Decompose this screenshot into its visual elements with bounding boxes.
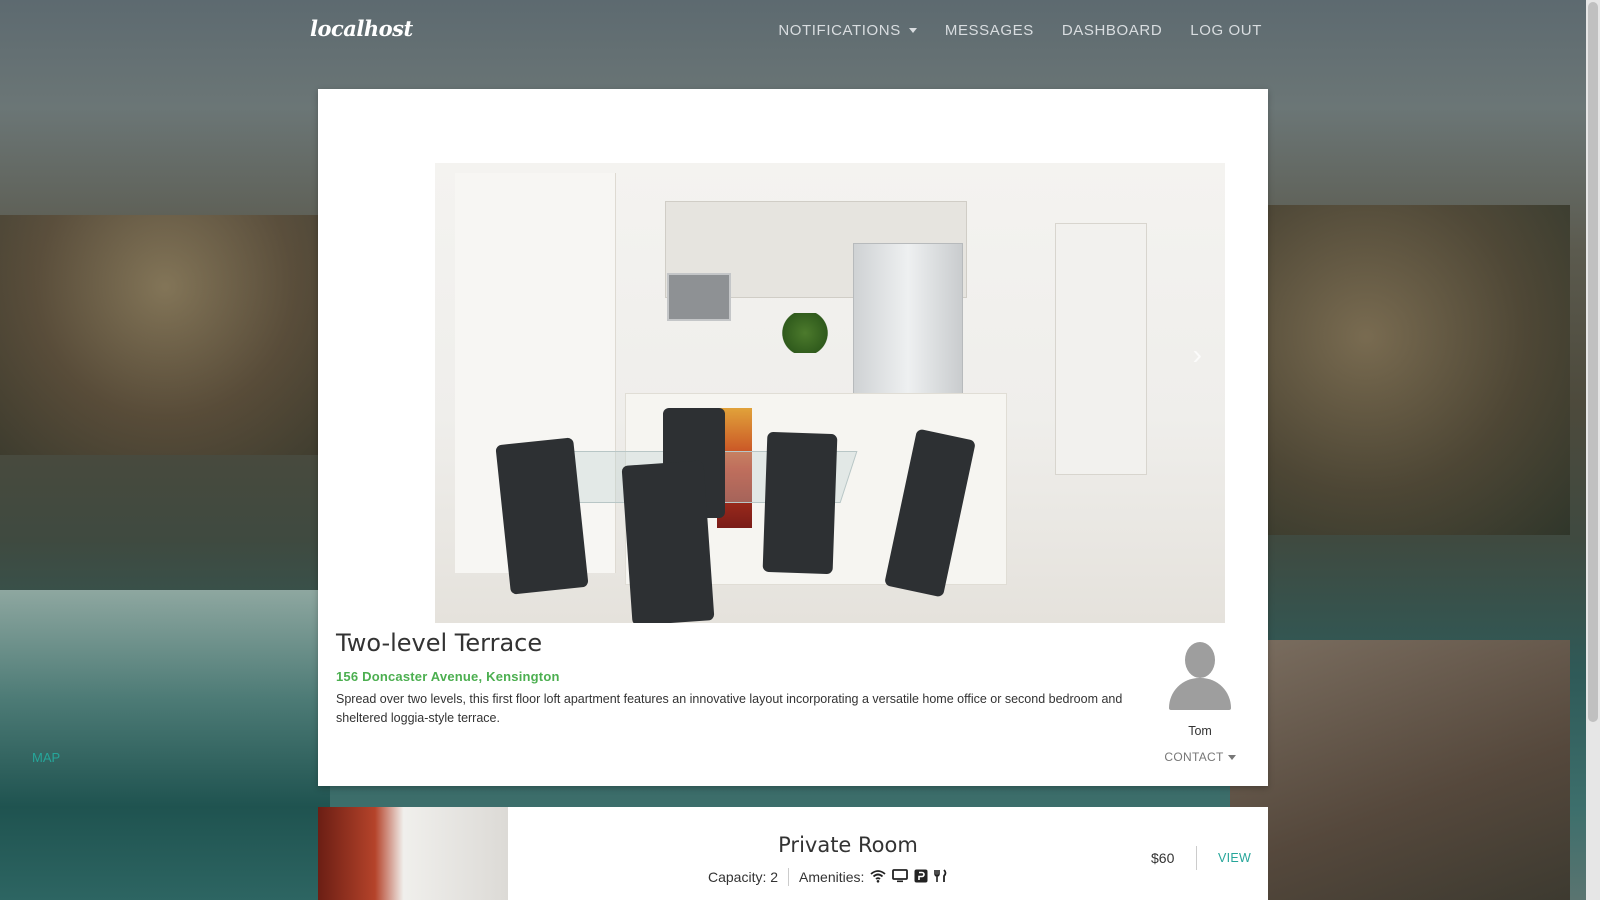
photo-chair — [621, 460, 715, 623]
listing-map-link[interactable]: MAP — [32, 750, 60, 765]
chevron-right-icon[interactable]: › — [1193, 339, 1202, 371]
listing-title: Two-level Terrace — [336, 629, 543, 657]
listing-address: 156 Doncaster Avenue, Kensington — [336, 669, 560, 684]
divider — [1196, 846, 1197, 870]
room-price: $60 — [1151, 850, 1175, 866]
caret-down-icon — [1227, 754, 1236, 760]
room-title: Private Room — [778, 833, 918, 857]
nav-notifications-label: NOTIFICATIONS — [778, 22, 901, 39]
top-navbar: localhost NOTIFICATIONS MESSAGES DASHBOA… — [0, 0, 1586, 64]
avatar-torso — [1169, 678, 1231, 710]
background-sea — [0, 590, 330, 900]
listing-description: Spread over two levels, this first floor… — [336, 692, 1123, 725]
background-rocks — [1230, 640, 1570, 900]
listing-card: › Two-level Terrace 156 Doncaster Avenue… — [318, 89, 1268, 786]
brand-logo[interactable]: localhost — [310, 16, 413, 41]
nav-dashboard-label: DASHBOARD — [1061, 22, 1163, 39]
parking-icon — [914, 869, 928, 886]
host-name: Tom — [1188, 724, 1212, 738]
room-amenities-label: Amenities: — [799, 869, 865, 885]
room-meta: Capacity: 2 Amenities: — [708, 868, 948, 886]
nav-links: NOTIFICATIONS MESSAGES DASHBOARD LOG OUT — [778, 22, 1262, 39]
wifi-icon — [870, 869, 886, 886]
avatar-head — [1185, 642, 1215, 678]
listing-photo-carousel[interactable]: › — [318, 89, 1268, 623]
room-card: Private Room Capacity: 2 Amenities: $60 … — [318, 807, 1268, 900]
photo-fridge — [853, 243, 963, 405]
page-scrollbar[interactable] — [1586, 0, 1600, 900]
host-panel: Tom CONTACT — [1138, 642, 1262, 766]
room-capacity: Capacity: 2 — [708, 869, 779, 885]
photo-plant — [780, 313, 830, 353]
listing-info: Two-level Terrace 156 Doncaster Avenue, … — [336, 629, 1136, 728]
nav-messages-link[interactable]: MESSAGES — [945, 22, 1034, 39]
divider — [788, 868, 790, 886]
listing-photo — [435, 163, 1225, 623]
caret-down-icon — [908, 28, 917, 33]
tv-icon — [892, 868, 909, 886]
nav-notifications-dropdown[interactable]: NOTIFICATIONS — [778, 22, 917, 39]
photo-chair — [762, 431, 838, 575]
background-hillside-left — [0, 215, 330, 455]
room-thumbnail[interactable] — [318, 807, 508, 900]
room-view-button[interactable]: VIEW — [1218, 851, 1251, 865]
photo-microwave — [667, 273, 731, 321]
photo-chair — [495, 437, 589, 595]
background-hillside-right — [1230, 205, 1570, 535]
dining-icon — [934, 868, 948, 886]
scrollbar-thumb[interactable] — [1588, 2, 1598, 722]
host-contact-label: CONTACT — [1164, 750, 1224, 764]
amenity-icons — [870, 868, 948, 886]
host-contact-dropdown[interactable]: CONTACT — [1164, 750, 1236, 764]
user-silhouette-icon — [1169, 642, 1231, 712]
nav-logout-link[interactable]: LOG OUT — [1190, 22, 1262, 39]
photo-door — [1055, 223, 1147, 475]
nav-messages-label: MESSAGES — [944, 22, 1034, 39]
nav-dashboard-link[interactable]: DASHBOARD — [1062, 22, 1162, 39]
nav-logout-label: LOG OUT — [1190, 22, 1262, 39]
